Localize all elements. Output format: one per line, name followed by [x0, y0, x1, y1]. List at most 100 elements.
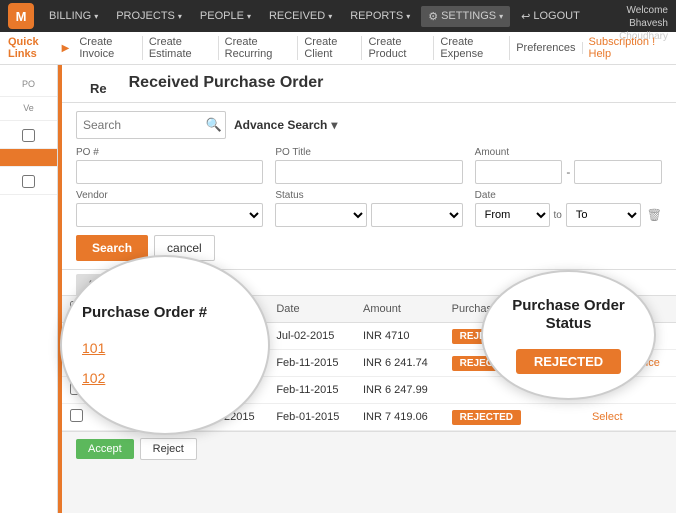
row-amount: INR 7 419.06: [355, 404, 444, 431]
row-amount: INR 4710: [355, 323, 444, 350]
quicklink-create-estimate[interactable]: Create Estimate: [143, 36, 219, 60]
date-to-label: to: [554, 210, 562, 221]
reject-button[interactable]: Reject: [140, 438, 197, 460]
cancel-button[interactable]: cancel: [154, 235, 215, 261]
table-row: 2022015 Feb-01-2015 INR 7 419.06 REJECTE…: [62, 404, 676, 431]
quicklink-subscription[interactable]: Subscription ! Help: [583, 36, 669, 60]
action-link-2[interactable]: ct: [592, 384, 601, 396]
amount-to-input[interactable]: [574, 160, 662, 184]
row-status: REJECTED: [444, 404, 584, 431]
col-action: Action: [584, 296, 676, 323]
sidebar-check-section[interactable]: [0, 121, 57, 149]
action-link-3[interactable]: Select: [592, 411, 623, 423]
po-title-label: PO Title: [275, 147, 462, 158]
row-checkbox-cell: [62, 323, 91, 350]
status-label: Status: [275, 190, 462, 201]
po-title-input[interactable]: [275, 160, 462, 184]
nav-projects[interactable]: PROJECTS ▾: [109, 6, 189, 26]
row-action: [584, 323, 676, 350]
sidebar-po-label: PO: [4, 79, 53, 90]
search-button[interactable]: Search: [76, 235, 148, 261]
logout-icon: ↩: [521, 10, 530, 23]
nav-logout[interactable]: ↩ LOGOUT: [514, 6, 587, 27]
quicklink-create-expense[interactable]: Create Expense: [434, 36, 510, 60]
po-title-group: PO Title: [275, 147, 462, 184]
nav-billing[interactable]: BILLING ▾: [42, 6, 105, 26]
row-checkbox-cell: [62, 350, 91, 377]
sidebar-checkbox-2[interactable]: [22, 175, 35, 188]
nav-people[interactable]: PEOPLE ▾: [193, 6, 258, 26]
row-date: Feb-01-2015: [268, 404, 355, 431]
advance-search-button[interactable]: Advance Search ▾: [234, 118, 337, 132]
col-po-number: Purchase Order #: [91, 296, 204, 323]
select-all-checkbox[interactable]: [70, 301, 83, 314]
accept-button[interactable]: Accept: [76, 439, 134, 459]
date-group: Date From to To 🗑: [475, 190, 662, 227]
po-number-link-2[interactable]: 102: [99, 384, 117, 396]
nav-reports[interactable]: REPORTS ▾: [343, 6, 417, 26]
row-checkbox-cell: [62, 404, 91, 431]
amount-from-input[interactable]: [475, 160, 563, 184]
row-checkbox-0[interactable]: [70, 328, 83, 341]
status-select[interactable]: [275, 203, 367, 227]
table-area: Purchase Order # Vendor Date Amount Purc…: [62, 296, 676, 431]
re-label: Re: [76, 73, 121, 98]
quicklink-create-client[interactable]: Create Client: [298, 36, 362, 60]
row-vendor: e: [204, 323, 269, 350]
vendor-select[interactable]: [76, 203, 263, 227]
date-from-select[interactable]: From: [475, 203, 550, 227]
row-action[interactable]: ct: [584, 377, 676, 404]
row-amount: INR 6 241.74: [355, 350, 444, 377]
row-checkbox-1[interactable]: [70, 355, 83, 368]
po-table: Purchase Order # Vendor Date Amount Purc…: [62, 296, 676, 431]
table-row: 101 e Jul-02-2015 INR 4710 REJECTED: [62, 323, 676, 350]
nav-settings[interactable]: ⚙ SETTINGS ▾: [421, 6, 510, 27]
search-area: 🔍 Advance Search ▾ PO # PO Title: [62, 103, 676, 270]
quicklink-create-product[interactable]: Create Product: [362, 36, 434, 60]
row-vendor: [204, 377, 269, 404]
date-clear-icon[interactable]: 🗑: [647, 208, 662, 222]
po-number-input[interactable]: [76, 160, 263, 184]
po-number-link-0[interactable]: 101: [99, 330, 117, 342]
action-link-1[interactable]: vert to invoice: [592, 357, 660, 369]
quicklink-create-invoice[interactable]: Create Invoice: [73, 36, 142, 60]
po-number-link-1[interactable]: 102: [99, 357, 117, 369]
row-po-number: 102: [91, 377, 204, 404]
row-po-number: 102: [91, 350, 204, 377]
table-header-row: Purchase Order # Vendor Date Amount Purc…: [62, 296, 676, 323]
row-date: Feb-11-2015: [268, 377, 355, 404]
quicklink-preferences[interactable]: Preferences: [510, 42, 582, 54]
quicklink-create-recurring[interactable]: Create Recurring: [219, 36, 299, 60]
top-nav: M BILLING ▾ PROJECTS ▾ PEOPLE ▾ RECEIVED…: [0, 0, 676, 32]
row-checkbox-2[interactable]: [70, 382, 83, 395]
search-icon-button[interactable]: 🔍: [206, 117, 222, 133]
people-caret: ▾: [247, 12, 251, 21]
row-po-number: [91, 404, 204, 431]
advance-search-caret-icon: ▾: [331, 118, 337, 132]
row-amount: INR 6 247.99: [355, 377, 444, 404]
col-checkbox: [62, 296, 91, 323]
row-action[interactable]: vert to invoice: [584, 350, 676, 377]
vendor-label: Vendor: [76, 190, 263, 201]
po-status-select[interactable]: [371, 203, 463, 227]
search-input[interactable]: [76, 111, 226, 139]
status-badge-1: REJECTED: [452, 356, 521, 371]
page-title: Received Purchase Order: [129, 74, 324, 92]
nav-received[interactable]: RECEIVED ▾: [262, 6, 339, 26]
row-vendor: ny: [204, 350, 269, 377]
billing-caret: ▾: [94, 12, 98, 21]
page-header: Re Received Purchase Order: [62, 65, 676, 103]
tab-pt[interactable]: pt: [134, 274, 165, 295]
quicklinks-arrow-icon: ▶: [62, 43, 70, 54]
tab-accept[interactable]: Accept: [76, 274, 132, 295]
quick-links-bar: Quick Links ▶ Create Invoice Create Esti…: [0, 32, 676, 65]
col-date: Date: [268, 296, 355, 323]
table-tabs: Accept pt: [62, 270, 676, 296]
date-to-select[interactable]: To: [566, 203, 641, 227]
row-action[interactable]: Select: [584, 404, 676, 431]
row-checkbox-3[interactable]: [70, 409, 83, 422]
col-amount: Amount: [355, 296, 444, 323]
status-group: Status: [275, 190, 462, 227]
sidebar-ve-section: Ve: [0, 97, 57, 121]
sidebar-checkbox[interactable]: [22, 129, 35, 142]
